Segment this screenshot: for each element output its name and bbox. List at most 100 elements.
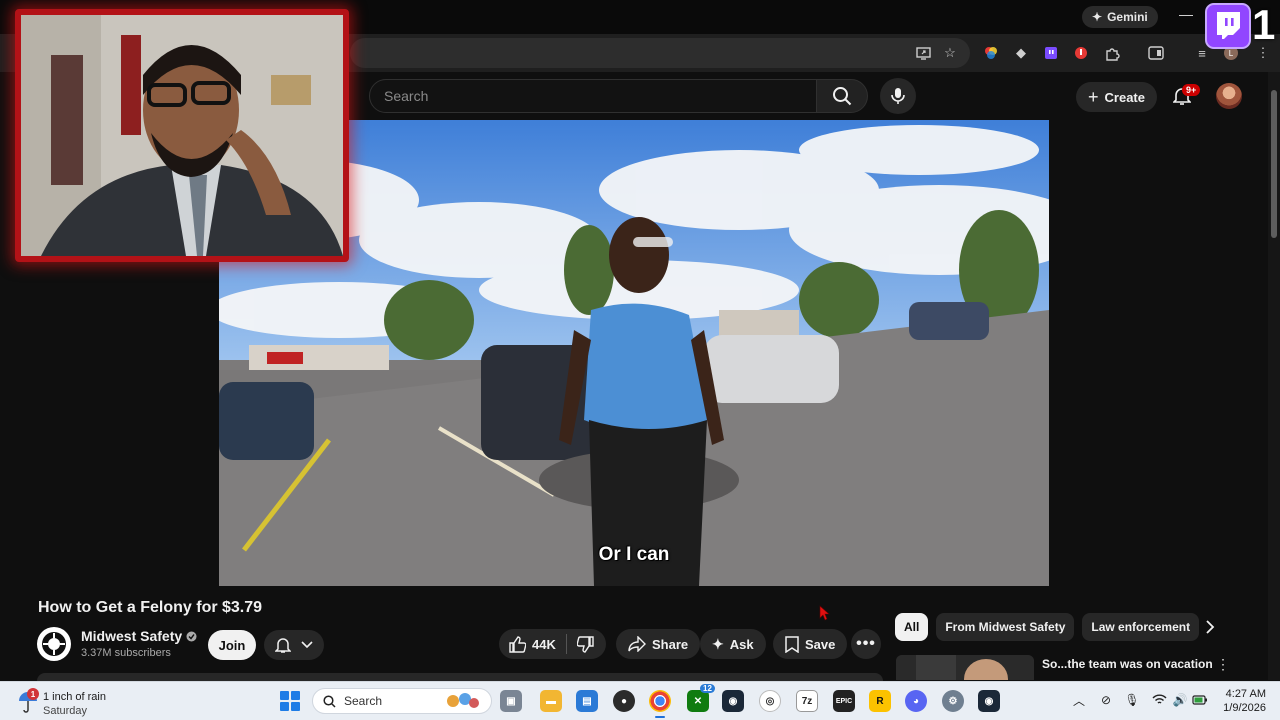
search-input[interactable] bbox=[370, 80, 816, 112]
diamond-extension-icon[interactable]: ◆ bbox=[1012, 44, 1030, 62]
chip-all[interactable]: All bbox=[895, 613, 929, 641]
like-count: 44K bbox=[532, 636, 556, 652]
more-actions-button[interactable]: ••• bbox=[851, 629, 881, 659]
red-extension-icon[interactable] bbox=[1072, 44, 1090, 62]
search-highlight-icon bbox=[447, 693, 479, 708]
steam-icon[interactable]: ◉ bbox=[722, 690, 744, 712]
like-button[interactable]: 44K bbox=[509, 635, 556, 653]
create-button[interactable]: + Create bbox=[1076, 82, 1157, 112]
chevron-down-icon bbox=[301, 641, 313, 649]
twitch-logo-icon bbox=[1205, 3, 1251, 49]
clock-time: 4:27 AM bbox=[1225, 688, 1266, 700]
xbox-icon[interactable]: 12 ✕ bbox=[687, 684, 715, 712]
scrollbar-thumb[interactable] bbox=[1271, 90, 1277, 238]
thumbs-up-icon bbox=[509, 635, 526, 653]
verified-icon bbox=[186, 631, 197, 641]
share-button[interactable]: Share bbox=[616, 629, 701, 659]
mouse-cursor-icon bbox=[819, 605, 831, 626]
volume-icon[interactable]: 🔊 bbox=[1172, 692, 1188, 708]
cast-icon[interactable] bbox=[914, 44, 932, 62]
gemini-label: Gemini bbox=[1107, 10, 1148, 24]
obs-icon[interactable]: ● bbox=[613, 690, 635, 712]
subscribed-notifications-button[interactable] bbox=[264, 630, 324, 660]
channel-name-row[interactable]: Midwest Safety bbox=[81, 628, 197, 644]
join-button[interactable]: Join bbox=[208, 630, 256, 660]
sparkle-icon: ✦ bbox=[712, 635, 724, 652]
weather-badge: 1 bbox=[27, 688, 39, 700]
chevron-up-icon[interactable]: ︿ bbox=[1071, 692, 1087, 708]
file-explorer-icon[interactable]: ▬ bbox=[540, 690, 562, 712]
steam-icon-2[interactable]: ◉ bbox=[978, 690, 1000, 712]
xbox-badge: 12 bbox=[700, 684, 715, 693]
recommended-video-title[interactable]: So...the team was on vacation bbox=[1042, 657, 1213, 671]
like-divider bbox=[565, 634, 567, 654]
gemini-button[interactable]: ✦ Gemini bbox=[1082, 6, 1158, 28]
recommended-video-thumbnail[interactable] bbox=[896, 655, 1034, 680]
description-box[interactable] bbox=[37, 673, 883, 681]
webcam-overlay bbox=[15, 9, 349, 262]
plus-icon: + bbox=[1088, 86, 1099, 107]
taskbar-search-label: Search bbox=[344, 694, 383, 708]
search-icon bbox=[833, 87, 852, 106]
address-bar[interactable] bbox=[350, 38, 970, 68]
like-dislike-bar: 44K bbox=[499, 629, 606, 659]
search-box[interactable] bbox=[369, 79, 817, 113]
chip-law-enforcement[interactable]: Law enforcement bbox=[1082, 613, 1200, 641]
bookmark-icon bbox=[785, 635, 799, 653]
channel-avatar[interactable] bbox=[37, 627, 71, 661]
minimize-window-icon[interactable]: — bbox=[1178, 6, 1194, 22]
battery-icon[interactable] bbox=[1192, 692, 1208, 708]
ring-app-icon[interactable]: ◎ bbox=[759, 690, 781, 712]
search-icon bbox=[323, 694, 336, 708]
webcam-frame bbox=[21, 15, 343, 256]
channel-logo-icon bbox=[42, 632, 66, 656]
twitch-extension-icon[interactable] bbox=[1042, 44, 1060, 62]
menu-dots-icon[interactable]: ⋮ bbox=[1216, 656, 1230, 673]
task-view-icon[interactable]: ▣ bbox=[500, 690, 522, 712]
puzzle-icon[interactable] bbox=[1103, 44, 1121, 62]
star-icon[interactable]: ☆ bbox=[941, 44, 959, 62]
chevron-right-icon bbox=[1205, 620, 1214, 634]
more-horizontal-icon: ••• bbox=[856, 635, 876, 652]
voice-search-button[interactable] bbox=[880, 78, 916, 114]
no-network-icon[interactable]: ⊘ bbox=[1098, 692, 1114, 708]
video-caption: Or I can bbox=[598, 544, 670, 565]
svg-text:L: L bbox=[1229, 49, 1234, 58]
search-button[interactable] bbox=[816, 79, 868, 113]
user-avatar[interactable] bbox=[1216, 83, 1242, 109]
create-label: Create bbox=[1104, 89, 1145, 105]
chrome-icon[interactable] bbox=[649, 690, 671, 712]
settings-gear-icon[interactable]: ⚙ bbox=[942, 690, 964, 712]
ask-button[interactable]: ✦ Ask bbox=[700, 629, 766, 659]
chip-from-channel[interactable]: From Midwest Safety bbox=[936, 613, 1075, 641]
share-label: Share bbox=[652, 636, 689, 652]
share-icon bbox=[628, 636, 646, 652]
windows-start-icon[interactable] bbox=[280, 691, 300, 711]
epic-games-icon[interactable]: EPIC bbox=[833, 690, 855, 712]
colorwheel-extension-icon[interactable] bbox=[982, 44, 1000, 62]
rockstar-icon[interactable]: R bbox=[869, 690, 891, 712]
save-button[interactable]: Save bbox=[773, 629, 848, 659]
thumbs-down-icon[interactable] bbox=[576, 635, 594, 653]
page-scrollbar[interactable] bbox=[1268, 72, 1280, 680]
weather-widget[interactable]: 1 1 inch of rain Saturday bbox=[17, 686, 137, 718]
video-title: How to Get a Felony for $3.79 bbox=[38, 599, 263, 616]
microphone-icon[interactable]: 🎙 bbox=[1124, 692, 1140, 708]
chips-next-button[interactable] bbox=[1200, 616, 1220, 638]
sparkle-icon: ✦ bbox=[1092, 10, 1103, 24]
wifi-icon[interactable] bbox=[1151, 692, 1167, 708]
sidepanel-icon[interactable] bbox=[1147, 44, 1165, 62]
store-icon[interactable]: ▤ bbox=[576, 690, 598, 712]
taskbar-clock[interactable]: 4:27 AM 1/9/2026 bbox=[1210, 687, 1266, 715]
subscriber-count: 3.37M subscribers bbox=[81, 647, 171, 659]
recommendation-chips: All From Midwest Safety Law enforcement bbox=[895, 613, 1200, 641]
7zip-icon[interactable]: 7z bbox=[796, 690, 818, 712]
notification-badge: 9+ bbox=[1182, 84, 1201, 96]
clock-date: 1/9/2026 bbox=[1223, 702, 1266, 714]
microphone-icon bbox=[891, 88, 905, 104]
discord-icon[interactable]: ◕ bbox=[905, 690, 927, 712]
weather-summary: 1 inch of rain bbox=[43, 691, 106, 703]
weather-day: Saturday bbox=[43, 705, 88, 717]
channel-name[interactable]: Midwest Safety bbox=[81, 628, 182, 644]
taskbar-search-box[interactable]: Search bbox=[312, 688, 492, 714]
